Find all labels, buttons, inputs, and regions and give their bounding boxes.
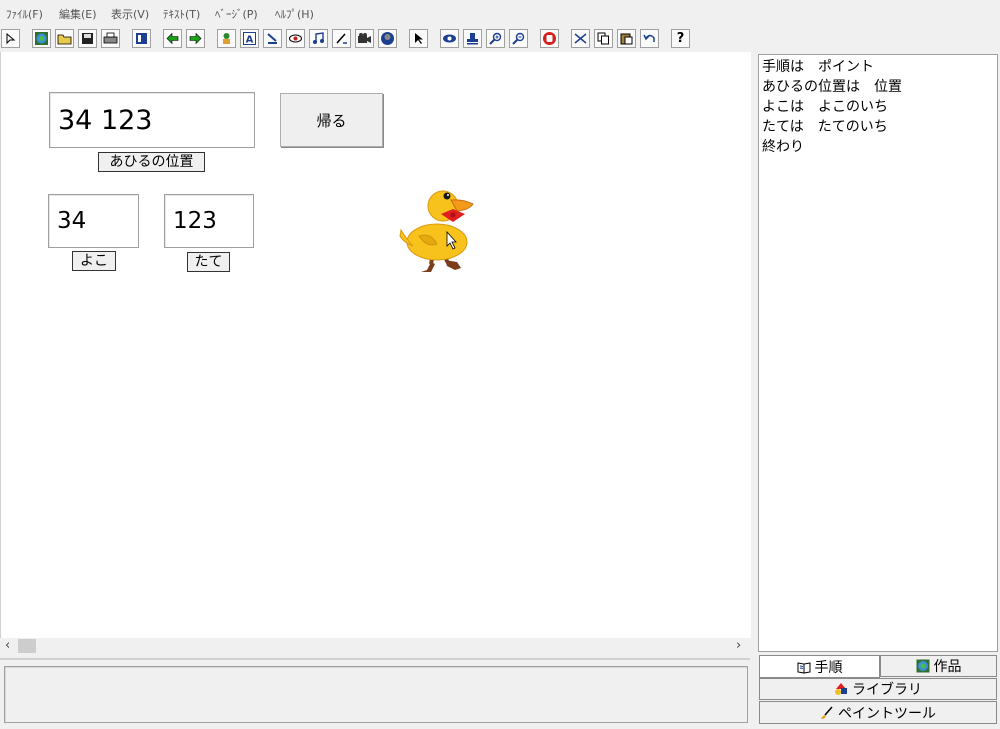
tab-procedure[interactable]: 手順 (759, 655, 880, 678)
script-line[interactable]: 手順は ポイント (759, 57, 997, 77)
zoom-in-icon[interactable] (486, 29, 505, 48)
pointer-mode-icon[interactable] (1, 29, 20, 48)
duck-sprite[interactable] (397, 184, 479, 276)
page-icon[interactable] (132, 29, 151, 48)
music-icon[interactable] (309, 29, 328, 48)
x-position-label: よこ (72, 251, 116, 271)
paste-icon[interactable] (617, 29, 636, 48)
pen-icon[interactable] (332, 29, 351, 48)
menu-page[interactable]: ﾍﾞｰｼﾞ(P) (215, 6, 258, 22)
menu-text[interactable]: ﾃｷｽﾄ(T) (163, 6, 200, 22)
menu-bar: ﾌｧｲﾙ(F) 編集(E) 表示(V) ﾃｷｽﾄ(T) ﾍﾞｰｼﾞ(P) ﾍﾙﾌ… (0, 0, 1000, 26)
undo-icon[interactable] (640, 29, 659, 48)
stop-hand-icon[interactable] (540, 29, 559, 48)
book-icon (797, 660, 811, 674)
menu-view[interactable]: 表示(V) (111, 6, 149, 22)
message-area (4, 666, 748, 723)
toolbar: A ? (0, 27, 1000, 51)
brush-icon (820, 706, 834, 720)
divider (0, 658, 750, 660)
video-icon[interactable] (355, 29, 374, 48)
tab-procedure-label: 手順 (814, 659, 843, 676)
y-position-label: たて (187, 252, 230, 272)
stamp-icon[interactable] (463, 29, 482, 48)
return-button[interactable]: 帰る (280, 93, 383, 147)
cut-icon[interactable] (571, 29, 590, 48)
view-icon[interactable] (440, 29, 459, 48)
tab-paint-tool-label: ペイントツール (838, 705, 936, 722)
tab-library-label: ライブラリ (852, 682, 922, 698)
character-icon[interactable] (217, 29, 236, 48)
script-line[interactable]: よこは よこのいち (759, 97, 997, 117)
eye-tool-icon[interactable] (286, 29, 305, 48)
script-line[interactable]: あひるの位置は 位置 (759, 77, 997, 97)
select-arrow-icon[interactable] (409, 29, 428, 48)
menu-file[interactable]: ﾌｧｲﾙ(F) (6, 6, 43, 22)
text-tool-icon[interactable]: A (240, 29, 259, 48)
copy-icon[interactable] (594, 29, 613, 48)
tab-work-label: 作品 (933, 659, 962, 675)
scroll-right-icon[interactable]: › (736, 638, 741, 654)
paint-tool-icon[interactable] (263, 29, 282, 48)
script-panel[interactable]: 手順は ポイント あひるの位置は 位置 よこは よこのいち たては たてのいち … (758, 54, 998, 652)
y-position-field[interactable]: 123 (164, 194, 254, 248)
scroll-thumb[interactable] (18, 639, 36, 653)
open-folder-icon[interactable] (55, 29, 74, 48)
menu-help[interactable]: ﾍﾙﾌﾟ(H) (275, 6, 314, 22)
menu-edit[interactable]: 編集(E) (59, 6, 97, 22)
save-icon[interactable] (78, 29, 97, 48)
x-position-field[interactable]: 34 (48, 194, 139, 248)
script-line[interactable]: 終わり (759, 137, 997, 157)
svg-text:A: A (246, 35, 254, 46)
globe-icon[interactable] (32, 29, 51, 48)
print-icon[interactable] (101, 29, 120, 48)
tab-paint-tool[interactable]: ペイントツール (759, 701, 997, 724)
duck-position-label: あひるの位置 (98, 152, 205, 172)
back-arrow-icon[interactable] (163, 29, 182, 48)
zoom-out-icon[interactable] (509, 29, 528, 48)
help-icon[interactable]: ? (671, 29, 690, 48)
shapes-icon (834, 682, 848, 696)
scroll-left-icon[interactable]: ‹ (5, 638, 10, 654)
stage-canvas: 34 123 あひるの位置 帰る 34 よこ 123 たて (0, 52, 751, 638)
duck-position-field[interactable]: 34 123 (49, 92, 255, 148)
globe-icon (916, 659, 930, 673)
world-icon[interactable] (378, 29, 397, 48)
horizontal-scrollbar[interactable]: ‹ › (0, 638, 750, 654)
script-line[interactable]: たては たてのいち (759, 117, 997, 137)
forward-arrow-icon[interactable] (186, 29, 205, 48)
tab-library[interactable]: ライブラリ (759, 678, 997, 700)
tab-work[interactable]: 作品 (880, 655, 997, 677)
